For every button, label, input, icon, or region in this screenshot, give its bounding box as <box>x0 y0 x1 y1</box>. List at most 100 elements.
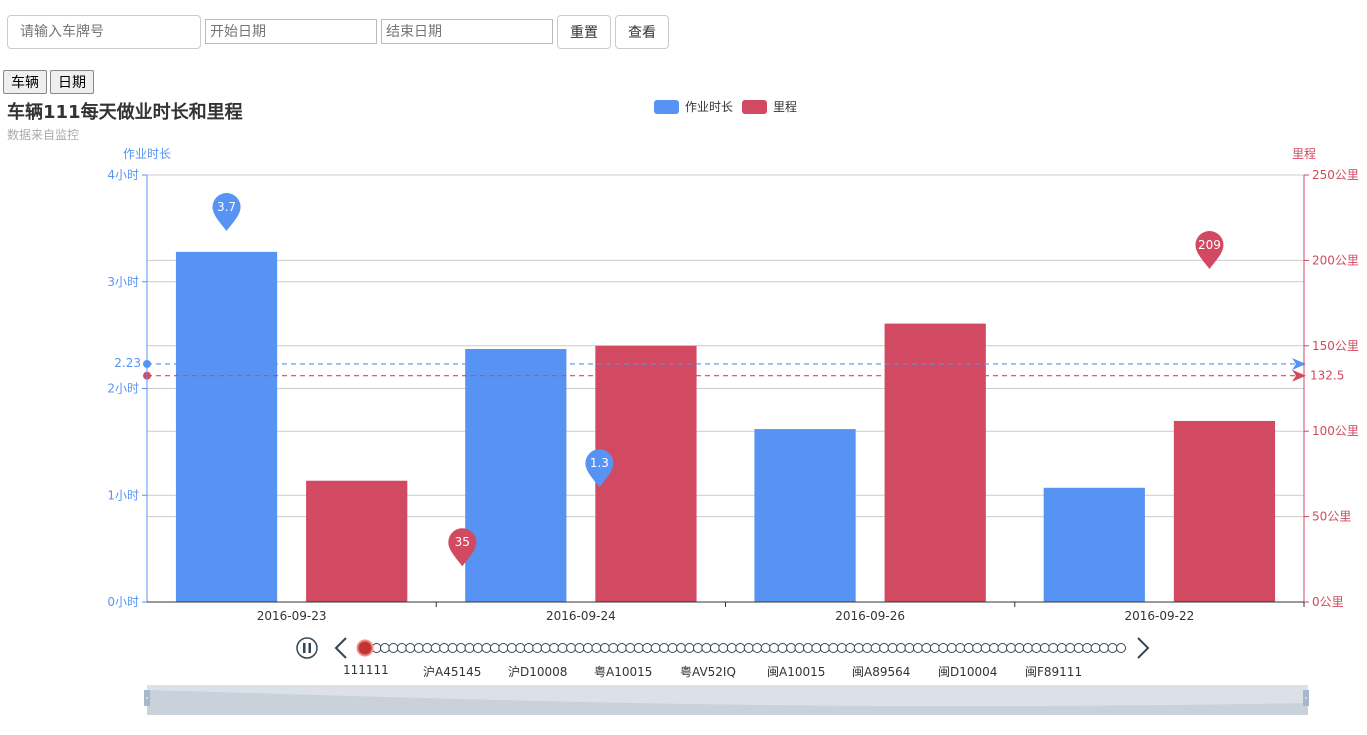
end-date-input[interactable] <box>381 19 553 44</box>
timeline-dot[interactable] <box>811 643 822 653</box>
timeline-dot[interactable] <box>904 643 915 653</box>
timeline-dot[interactable] <box>1107 643 1118 653</box>
timeline-dot[interactable] <box>887 643 898 653</box>
timeline-dot[interactable] <box>794 643 805 653</box>
timeline-dot[interactable] <box>819 643 830 653</box>
plate-number-input[interactable] <box>7 15 201 49</box>
timeline-dot[interactable] <box>980 643 991 653</box>
timeline-dot[interactable] <box>405 643 416 653</box>
timeline-dot[interactable] <box>582 643 593 653</box>
timeline-dot[interactable] <box>896 643 907 653</box>
timeline-dot[interactable] <box>709 643 720 653</box>
timeline-dot[interactable] <box>735 643 746 653</box>
timeline-dot[interactable] <box>1116 643 1126 653</box>
timeline-dot[interactable] <box>667 643 678 653</box>
timeline-dot[interactable] <box>870 643 881 653</box>
timeline-dot[interactable] <box>692 643 703 653</box>
timeline-dot[interactable] <box>955 643 966 653</box>
timeline-dot[interactable] <box>1056 643 1067 653</box>
timeline-dot[interactable] <box>828 643 839 653</box>
timeline-dot[interactable] <box>506 643 517 653</box>
timeline-dot[interactable] <box>549 643 560 653</box>
timeline-dot[interactable] <box>447 643 458 653</box>
timeline-dot[interactable] <box>997 643 1008 653</box>
timeline-dot[interactable] <box>836 643 847 653</box>
timeline-dot[interactable] <box>963 643 974 653</box>
pause-button[interactable] <box>296 637 318 659</box>
timeline-label[interactable]: 沪D10008 <box>508 663 567 680</box>
timeline-label[interactable]: 111111 <box>343 663 389 677</box>
timeline-dot[interactable] <box>498 643 509 653</box>
timeline-dot[interactable] <box>1022 643 1033 653</box>
timeline-dot[interactable] <box>853 643 864 653</box>
timeline-dot[interactable] <box>472 643 483 653</box>
timeline-dot[interactable] <box>1099 643 1110 653</box>
timeline-dot[interactable] <box>642 643 653 653</box>
timeline-dot[interactable] <box>422 643 433 653</box>
timeline-dot[interactable] <box>1014 643 1025 653</box>
zoom-handle[interactable] <box>144 690 150 706</box>
timeline-dot[interactable] <box>599 643 610 653</box>
timeline-dot[interactable] <box>464 643 475 653</box>
chevron-right-icon[interactable] <box>1137 637 1150 659</box>
timeline-label[interactable]: 闽A89564 <box>852 663 910 680</box>
timeline-dot[interactable] <box>515 643 526 653</box>
timeline-label[interactable]: 粤AV52IQ <box>680 663 736 680</box>
timeline-dot[interactable] <box>523 643 534 653</box>
timeline-dot[interactable] <box>650 643 661 653</box>
timeline-dot[interactable] <box>701 643 712 653</box>
timeline-dot[interactable] <box>845 643 856 653</box>
timeline-dot[interactable] <box>616 643 627 653</box>
reset-button[interactable]: 重置 <box>557 15 611 49</box>
timeline-dot[interactable] <box>989 643 1000 653</box>
chevron-left-icon[interactable] <box>334 637 347 659</box>
timeline-dot[interactable] <box>1065 643 1076 653</box>
zoom-handle[interactable] <box>1303 690 1309 706</box>
timeline-label[interactable]: 闽F89111 <box>1025 663 1082 680</box>
start-date-input[interactable] <box>205 19 377 44</box>
timeline-dot[interactable] <box>879 643 890 653</box>
timeline-dot[interactable] <box>1006 643 1017 653</box>
timeline-dot[interactable] <box>786 643 797 653</box>
timeline-dot[interactable] <box>912 643 923 653</box>
timeline-dot[interactable] <box>769 643 780 653</box>
timeline-dot[interactable] <box>743 643 754 653</box>
legend-item[interactable]: 里程 <box>742 99 797 114</box>
timeline-dot[interactable] <box>413 643 424 653</box>
timeline-dot[interactable] <box>396 643 407 653</box>
timeline-dot[interactable] <box>929 643 940 653</box>
timeline-dot[interactable] <box>379 643 390 653</box>
timeline-dot[interactable] <box>1082 643 1093 653</box>
timeline-dot[interactable] <box>532 643 543 653</box>
timeline-dot[interactable] <box>802 643 813 653</box>
timeline-dot[interactable] <box>684 643 695 653</box>
timeline-dot[interactable] <box>608 643 619 653</box>
timeline-label[interactable]: 粤A10015 <box>594 663 652 680</box>
timeline-dot[interactable] <box>862 643 873 653</box>
timeline-dot[interactable] <box>777 643 788 653</box>
timeline-dot[interactable] <box>489 643 500 653</box>
timeline-dot[interactable] <box>439 643 450 653</box>
timeline-dot[interactable] <box>938 643 949 653</box>
timeline-dot[interactable] <box>718 643 729 653</box>
timeline-dot[interactable] <box>388 643 399 653</box>
timeline-dot[interactable] <box>921 643 932 653</box>
timeline-dot[interactable] <box>481 643 492 653</box>
timeline-dot[interactable] <box>676 643 687 653</box>
timeline-dot[interactable] <box>625 643 636 653</box>
date-mode-button[interactable]: 日期 <box>50 70 94 94</box>
timeline-dot[interactable] <box>574 643 585 653</box>
timeline-dot[interactable] <box>1048 643 1059 653</box>
timeline-dot[interactable] <box>972 643 983 653</box>
timeline-dot[interactable] <box>591 643 602 653</box>
timeline-dot[interactable] <box>456 643 467 653</box>
timeline-dot[interactable] <box>566 643 577 653</box>
timeline-dot[interactable] <box>760 643 771 653</box>
timeline-dot[interactable] <box>1031 643 1042 653</box>
timeline-dot[interactable] <box>659 643 670 653</box>
timeline-dot[interactable] <box>540 643 551 653</box>
timeline-dot[interactable] <box>1090 643 1101 653</box>
timeline-dot[interactable] <box>557 643 568 653</box>
timeline-label[interactable]: 沪A45145 <box>423 663 481 680</box>
timeline-label[interactable]: 闽A10015 <box>767 663 825 680</box>
